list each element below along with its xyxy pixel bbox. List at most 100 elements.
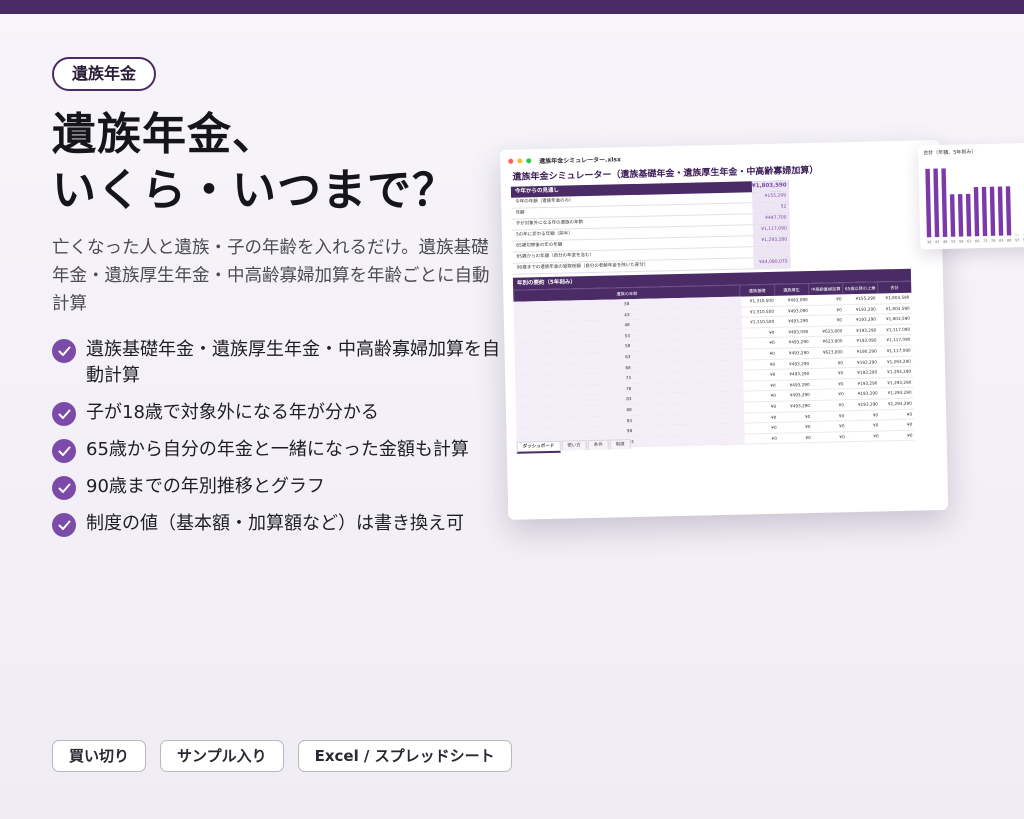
table-cell: ¥193,090: [856, 337, 877, 344]
table-cell: ¥0: [770, 371, 776, 378]
check-icon: [52, 513, 76, 537]
table-cell: ¥193,290: [857, 369, 878, 376]
chart-plot: 38434853586368737883889398103: [925, 168, 1024, 244]
chart-bar: [989, 186, 996, 236]
table-cell: ¥493,290: [789, 360, 810, 367]
check-icon: [52, 476, 76, 500]
table-cell: ¥193,290: [857, 380, 878, 386]
table-cell: ¥0: [770, 393, 776, 399]
table-cell: ¥1,803,590: [885, 294, 910, 301]
total-chart: 合計（年額、5年刻み） 3843485358636873788388939810…: [918, 142, 1024, 250]
file-name: 遺族年金シミュレーター.xlsx: [539, 156, 621, 166]
table-cell: ¥1,117,090: [886, 347, 911, 354]
feature-item: 65歳から自分の年金と一緒になった金額も計算: [52, 437, 502, 463]
chart-bar: [997, 186, 1004, 236]
table-cell: ¥155,290: [855, 295, 876, 301]
table-cell: ¥0: [838, 391, 844, 397]
feature-item: 90歳までの年別推移とグラフ: [52, 474, 502, 500]
tag-sample-included: サンプル入り: [160, 740, 284, 772]
description: 亡くなった人と遺族・子の年齢を入れるだけ。遺族基礎年金・遺族厚生年金・中高齢寡婦…: [52, 238, 490, 314]
sheet-tab[interactable]: 制度: [609, 439, 631, 450]
table-cell: ¥193,290: [855, 316, 877, 323]
chart-bar: [981, 186, 988, 237]
chart-bar: [925, 168, 932, 238]
sheet-tabs: ダッシュボード 使い方 条件 制度: [516, 439, 632, 454]
table-cell: ¥493,090: [787, 297, 808, 303]
table-cell: ¥0: [771, 435, 777, 441]
table-cell: ¥0: [839, 433, 845, 440]
summary-column-header: 遺族基礎: [739, 284, 775, 297]
outlook-row-value: ¥447,700: [752, 213, 790, 225]
table-cell: ¥1,803,590: [885, 305, 910, 311]
spreadsheet-window: 遺族年金シミュレーター.xlsx 遺族年金シミュレーター（遺族基礎年金・遺族厚生…: [500, 140, 949, 520]
summary-box: 年別の要約（5年刻み） 遺族の年齢 遺族基礎 遺族厚生 中高齢寡婦加算 65歳以降の上乗…: [512, 268, 915, 451]
chart-tick-label: 78: [991, 239, 996, 243]
window-titlebar: 遺族年金シミュレーター.xlsx: [508, 154, 621, 166]
feature-item: 子が18歳で対象外になる年が分かる: [52, 400, 502, 426]
table-cell: ¥0: [769, 329, 775, 335]
table-cell: ¥0: [770, 382, 776, 388]
outlook-box: 今年からの見通し ¥1,803,590 今年の年額（遺族年金のみ） ¥155,29…: [510, 180, 791, 275]
table-cell: ¥1,293,290: [887, 368, 912, 375]
check-icon: [52, 402, 76, 426]
sheet-tab[interactable]: ダッシュボード: [516, 440, 561, 454]
outlook-row-value: ¥1,117,090: [752, 224, 790, 236]
table-cell: ¥0: [838, 381, 844, 387]
table-cell: ¥1,293,290: [887, 400, 912, 407]
chart-tick-label: 48: [943, 240, 948, 244]
table-cell: ¥0: [769, 361, 776, 367]
summary-column-header: 遺族厚生: [773, 284, 809, 296]
table-cell: ¥0: [769, 340, 775, 346]
sheet-tab[interactable]: 条件: [587, 439, 609, 451]
sheet-title: 遺族年金シミュレーター（遺族基礎年金・遺族厚生年金・中高齢寡婦加算）: [512, 165, 819, 183]
top-accent-bar: [0, 0, 1024, 14]
hero-title: 遺族年金、 いくら・いつまで？: [52, 107, 457, 219]
table-cell: ¥493,290: [788, 350, 809, 356]
table-cell: ¥193,290: [855, 306, 876, 312]
table-cell: ¥0: [837, 370, 844, 376]
table-cell: ¥0: [873, 433, 879, 439]
chart-tick-label: 43: [935, 240, 940, 244]
feature-item: 制度の値（基本額・加算額など）は書き換え可: [52, 511, 502, 537]
table-cell: ¥623,800: [822, 349, 843, 355]
hero-title-line-2: いくら・いつまで？: [52, 165, 457, 216]
close-dot-icon[interactable]: [508, 158, 514, 164]
table-cell: ¥0: [872, 412, 879, 418]
check-icon: [52, 339, 76, 363]
summary-column-header: 合計: [876, 281, 912, 294]
table-cell: ¥0: [839, 423, 845, 429]
chart-bar: [933, 168, 940, 238]
outlook-rows: 今年の年額（遺族年金のみ） ¥155,299 月額 52 子が対象外になる年の遺族の年齢…: [511, 191, 791, 275]
tag-one-time-purchase: 買い切り: [52, 740, 147, 772]
chart-tick-label: 53: [951, 240, 956, 244]
category-badge: 遺族年金: [52, 57, 157, 91]
outlook-row-value: ¥155,299: [752, 191, 790, 203]
feature-text: 子が18歳で対象外になる年が分かる: [86, 402, 379, 423]
feature-item: 遺族基礎年金・遺族厚生年金・中高齢寡婦加算を自動計算: [52, 337, 502, 389]
table-cell: ¥493,290: [790, 402, 811, 409]
outlook-header-value: ¥1,803,590: [751, 180, 790, 193]
outlook-row-value: ¥1,293,280: [753, 235, 791, 247]
maximize-dot-icon[interactable]: [526, 158, 532, 164]
chart-bar: [965, 193, 972, 237]
table-cell: ¥1,117,090: [886, 337, 911, 343]
table-cell: ¥0: [837, 359, 844, 365]
chart-bar: [941, 168, 948, 237]
minimize-dot-icon[interactable]: [517, 158, 523, 164]
table-cell: ¥0: [838, 402, 845, 408]
chart-tick-label: 63: [967, 239, 972, 243]
sheet-tab[interactable]: 使い方: [561, 440, 587, 451]
table-cell: ¥1,117,090: [886, 326, 911, 333]
chart-tick-label: 88: [1007, 238, 1012, 242]
table-cell: ¥0: [906, 411, 913, 417]
table-cell: ¥0: [770, 403, 777, 409]
table-cell: ¥190,290: [856, 348, 877, 354]
chart-bar: [949, 194, 956, 237]
feature-text: 制度の値（基本額・加算額など）は書き換え可: [86, 513, 464, 534]
summary-rows: 38 ¥1,310,500 ¥493,090 ¥0 ¥155,290 ¥1,803,590…: [513, 292, 915, 451]
feature-text: 遺族基礎年金・遺族厚生年金・中高齢寡婦加算を自動計算: [86, 339, 500, 386]
feature-text: 90歳までの年別推移とグラフ: [86, 476, 325, 497]
hero-title-line-1: 遺族年金、: [52, 109, 277, 160]
table-cell: ¥493,290: [789, 371, 810, 377]
spreadsheet-preview: 遺族年金シミュレーター.xlsx 遺族年金シミュレーター（遺族基礎年金・遺族厚生…: [500, 137, 1024, 520]
